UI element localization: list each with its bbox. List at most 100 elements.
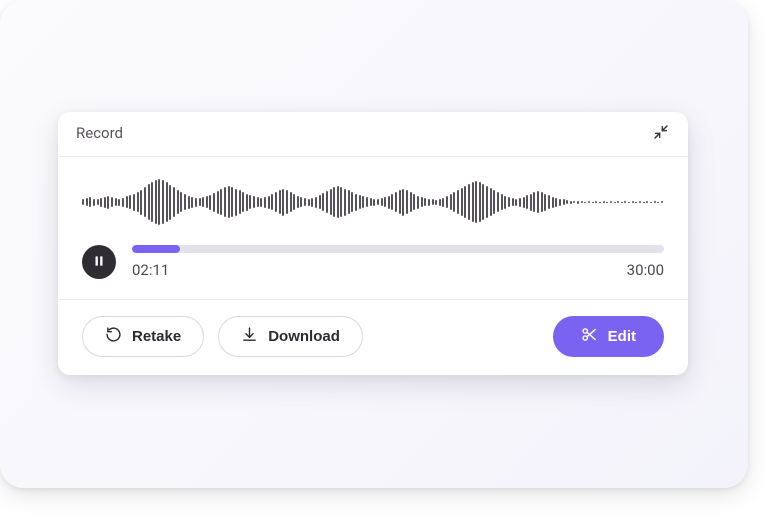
waveform-bar [242,192,244,212]
waveform-bar [490,188,492,216]
waveform-bar [588,201,590,203]
waveform-bar [388,196,390,209]
progress-column: 02:11 30:00 [132,245,664,279]
waveform-bar [126,196,128,208]
waveform-bar [526,195,528,209]
waveform-bar [355,194,357,211]
pause-button[interactable] [82,245,116,279]
waveform-bar [610,201,612,203]
pause-icon [92,254,106,271]
waveform-bar [107,196,109,209]
waveform-bar [351,192,353,212]
total-time: 30:00 [627,261,664,279]
waveform-bar [464,186,466,218]
waveform-bar [308,199,310,206]
waveform-bar [406,190,408,214]
waveform-bar [508,197,510,207]
waveform-bar [217,191,219,214]
waveform-bar [468,184,470,220]
waveform-bar [479,182,481,222]
edit-button[interactable]: Edit [553,316,664,357]
waveform [82,175,664,229]
waveform-bar [239,190,241,214]
waveform-bar [257,197,259,207]
waveform-bar [515,199,517,206]
app-surface: Record [0,0,748,488]
waveform-area [58,157,688,229]
waveform-bar [86,198,88,206]
waveform-bar [249,195,251,209]
waveform-bar [337,186,339,218]
waveform-bar [446,196,448,208]
minimize-button[interactable] [650,122,672,144]
waveform-bar [581,201,583,203]
waveform-bar [486,186,488,218]
waveform-bar [279,190,281,214]
waveform-bar [122,198,124,207]
waveform-bar [166,182,168,222]
waveform-bar [348,190,350,214]
waveform-bar [188,196,190,209]
waveform-bar [177,190,179,214]
waveform-bar [169,185,171,220]
waveform-bar [118,199,120,206]
waveform-bar [450,194,452,210]
waveform-bar [472,182,474,222]
left-actions: Retake Download [82,316,363,357]
waveform-bar [199,198,201,206]
player-row: 02:11 30:00 [58,229,688,299]
waveform-bar [202,197,204,207]
waveform-bar [606,202,608,203]
waveform-bar [501,194,503,210]
waveform-bar [158,179,160,225]
waveform-bar [224,187,226,217]
waveform-bar [643,202,645,203]
waveform-bar [271,194,273,210]
retake-button[interactable]: Retake [82,316,204,357]
waveform-bar [548,195,550,209]
waveform-bar [293,194,295,210]
waveform-bar [424,198,426,206]
waveform-bar [246,194,248,211]
waveform-bar [151,182,153,222]
waveform-bar [523,197,525,208]
waveform-bar [475,181,477,223]
retake-icon [105,326,122,347]
waveform-bar [555,198,557,207]
waveform-bar [530,194,532,211]
waveform-bar [381,198,383,206]
waveform-bar [180,192,182,212]
waveform-bar [654,201,656,203]
download-icon [241,326,258,347]
card-header: Record [58,112,688,157]
waveform-bar [504,196,506,209]
waveform-bar [89,197,91,207]
waveform-bar [646,201,648,203]
waveform-bar [573,201,575,203]
waveform-bar [577,201,579,204]
waveform-bar [235,189,237,216]
waveform-bar [330,189,332,215]
card-title: Record [76,124,123,142]
waveform-bar [657,202,659,203]
waveform-bar [290,192,292,212]
elapsed-time: 02:11 [132,261,169,279]
waveform-bar [319,195,321,209]
waveform-bar [563,199,565,205]
progress-track[interactable] [132,245,664,253]
waveform-bar [300,197,302,207]
waveform-bar [129,195,131,209]
waveform-bar [599,202,601,203]
waveform-bar [544,194,546,211]
waveform-bar [340,187,342,217]
waveform-bar [617,201,619,203]
record-card: Record [58,112,688,375]
waveform-bar [173,187,175,217]
waveform-bar [552,197,554,208]
waveform-bar [570,201,572,204]
waveform-bar [417,196,419,209]
waveform-bar [362,196,364,208]
waveform-bar [621,202,623,203]
download-button[interactable]: Download [218,316,363,357]
waveform-bar [497,192,499,212]
